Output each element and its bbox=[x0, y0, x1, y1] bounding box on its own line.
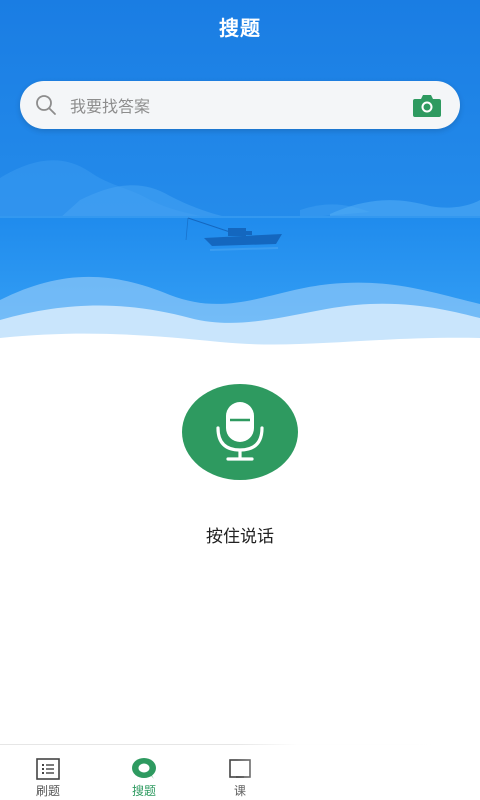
tab-label: 搜题 bbox=[131, 784, 156, 798]
camera-icon[interactable] bbox=[412, 92, 442, 118]
bottom-tab-bar: 刷题 搜题 课 bbox=[0, 744, 480, 800]
list-icon bbox=[36, 758, 60, 780]
search-bubble-icon bbox=[132, 758, 156, 779]
tab-search[interactable]: 搜题 bbox=[96, 745, 192, 800]
header-banner bbox=[0, 0, 480, 360]
search-input[interactable] bbox=[68, 81, 402, 131]
tab-label: 课 bbox=[233, 784, 246, 798]
tab-course[interactable]: 课 bbox=[192, 745, 288, 800]
lake-illustration bbox=[0, 0, 480, 360]
microphone-icon bbox=[216, 402, 264, 461]
search-icon bbox=[36, 95, 56, 115]
search-bar[interactable] bbox=[20, 81, 460, 131]
tab-label: 刷题 bbox=[35, 784, 60, 798]
voice-record-button[interactable] bbox=[182, 384, 298, 480]
tab-practice[interactable]: 刷题 bbox=[0, 745, 96, 800]
search-page: 搜题 按住说话 bbox=[0, 0, 480, 800]
hold-to-talk-label: 按住说话 bbox=[206, 527, 274, 547]
course-icon bbox=[229, 759, 251, 778]
page-title: 搜题 bbox=[219, 16, 261, 40]
